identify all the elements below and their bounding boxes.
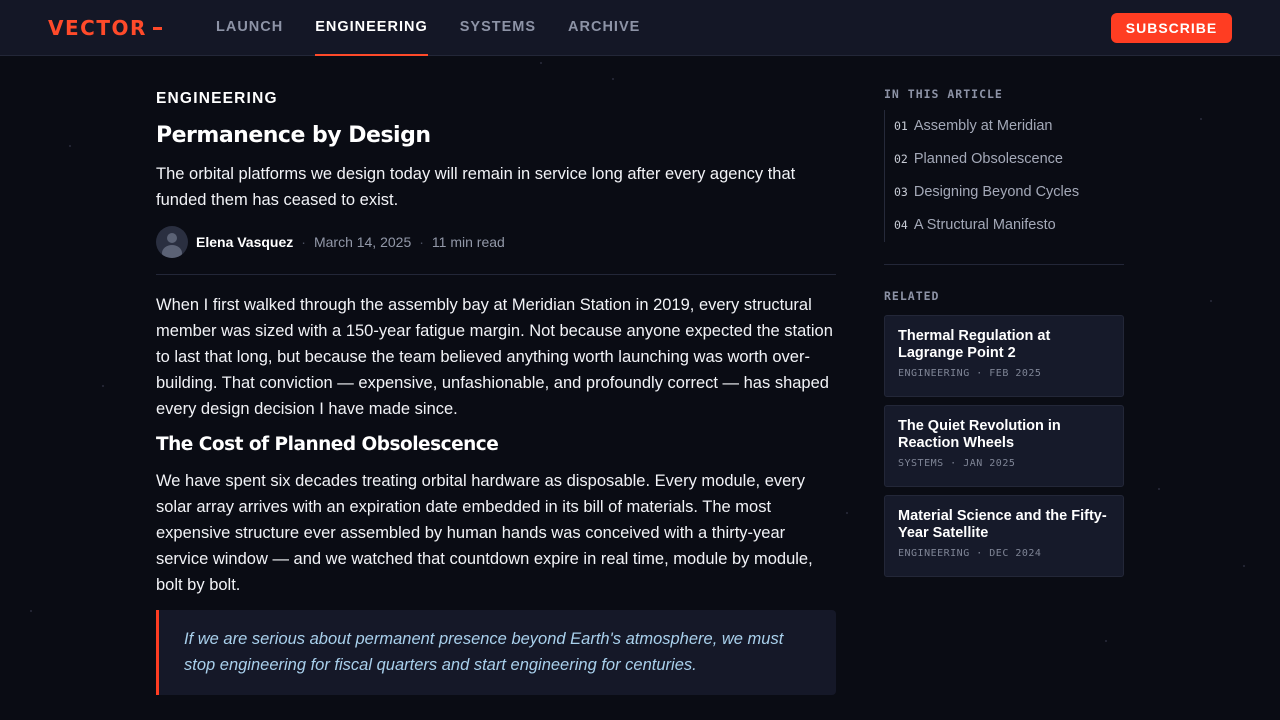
nav-engineering[interactable]: ENGINEERING [315, 0, 428, 56]
main-nav: LAUNCH ENGINEERING SYSTEMS ARCHIVE [216, 0, 672, 56]
logo-text: VECTOR [48, 16, 147, 40]
toc-label: A Structural Manifesto [913, 217, 1056, 233]
toc-label: Assembly at Meridian [913, 118, 1053, 134]
toc-item-obsolescence[interactable]: 02 Planned Obsolescence [894, 143, 1124, 176]
related-card[interactable]: Material Science and the Fifty-Year Sate… [884, 495, 1124, 577]
toc-item-designing[interactable]: 03 Designing Beyond Cycles [894, 176, 1124, 209]
toc-item-manifesto[interactable]: 04 A Structural Manifesto [894, 209, 1124, 242]
sidebar-divider [884, 264, 1124, 265]
article-paragraph: When I first walked through the assembly… [156, 296, 833, 418]
byline-divider [156, 274, 836, 275]
top-navigation-bar: VECTOR LAUNCH ENGINEERING SYSTEMS ARCHIV… [0, 0, 1280, 56]
sidebar: IN THIS ARTICLE 01 Assembly at Meridian 0… [884, 87, 1124, 577]
related-card-title: Thermal Regulation at Lagrange Point 2 [898, 328, 1051, 361]
publish-date: March 14, 2025 [313, 234, 412, 250]
related-heading: RELATED [884, 289, 940, 303]
related-card-meta: ENGINEERING · FEB 2025 [898, 368, 1042, 379]
toc-number: 01 [894, 119, 908, 133]
site-logo[interactable]: VECTOR [48, 16, 162, 40]
nav-launch[interactable]: LAUNCH [216, 0, 283, 56]
related-card[interactable]: Thermal Regulation at Lagrange Point 2 E… [884, 315, 1124, 397]
subscribe-button[interactable]: SUBSCRIBE [1111, 13, 1232, 43]
related-card[interactable]: The Quiet Revolution in Reaction Wheels … [884, 405, 1124, 487]
avatar-shoulders [162, 245, 182, 258]
toc-label: Planned Obsolescence [913, 151, 1063, 167]
byline-separator: · [301, 234, 306, 250]
table-of-contents: 01 Assembly at Meridian 02 Planned Obsoles… [884, 110, 1124, 242]
toc-item-assembly[interactable]: 01 Assembly at Meridian [894, 110, 1124, 143]
article-category[interactable]: ENGINEERING [156, 90, 836, 108]
toc-number: 02 [894, 152, 908, 166]
avatar-person-icon [167, 233, 177, 243]
nav-systems[interactable]: SYSTEMS [460, 0, 536, 56]
related-card-title: The Quiet Revolution in Reaction Wheels [898, 418, 1061, 451]
related-card-meta: ENGINEERING · DEC 2024 [898, 548, 1042, 559]
article-title: Permanence by Design [156, 123, 431, 148]
logo-dash-mark [152, 27, 162, 30]
related-card-title: Material Science and the Fifty-Year Sate… [898, 508, 1107, 541]
article: ENGINEERING Permanence by Design The orb… [156, 90, 836, 695]
byline: Elena Vasquez · March 14, 2025 · 11 min … [156, 226, 836, 258]
author-name[interactable]: Elena Vasquez [196, 234, 293, 250]
pull-quote: If we are serious about permanent presen… [156, 610, 836, 695]
related-card-meta: SYSTEMS · JAN 2025 [898, 458, 1016, 469]
article-paragraph: We have spent six decades treating orbit… [156, 472, 813, 594]
toc-label: Designing Beyond Cycles [913, 184, 1080, 200]
article-lede: The orbital platforms we design today wi… [156, 165, 796, 209]
toc-number: 03 [894, 185, 908, 199]
nav-archive[interactable]: ARCHIVE [568, 0, 640, 56]
section-heading: The Cost of Planned Obsolescence [156, 434, 499, 455]
toc-number: 04 [894, 218, 908, 232]
read-time: 11 min read [431, 234, 505, 250]
byline-separator: · [419, 234, 424, 250]
toc-heading: IN THIS ARTICLE [884, 87, 1003, 101]
author-avatar[interactable] [156, 226, 188, 258]
